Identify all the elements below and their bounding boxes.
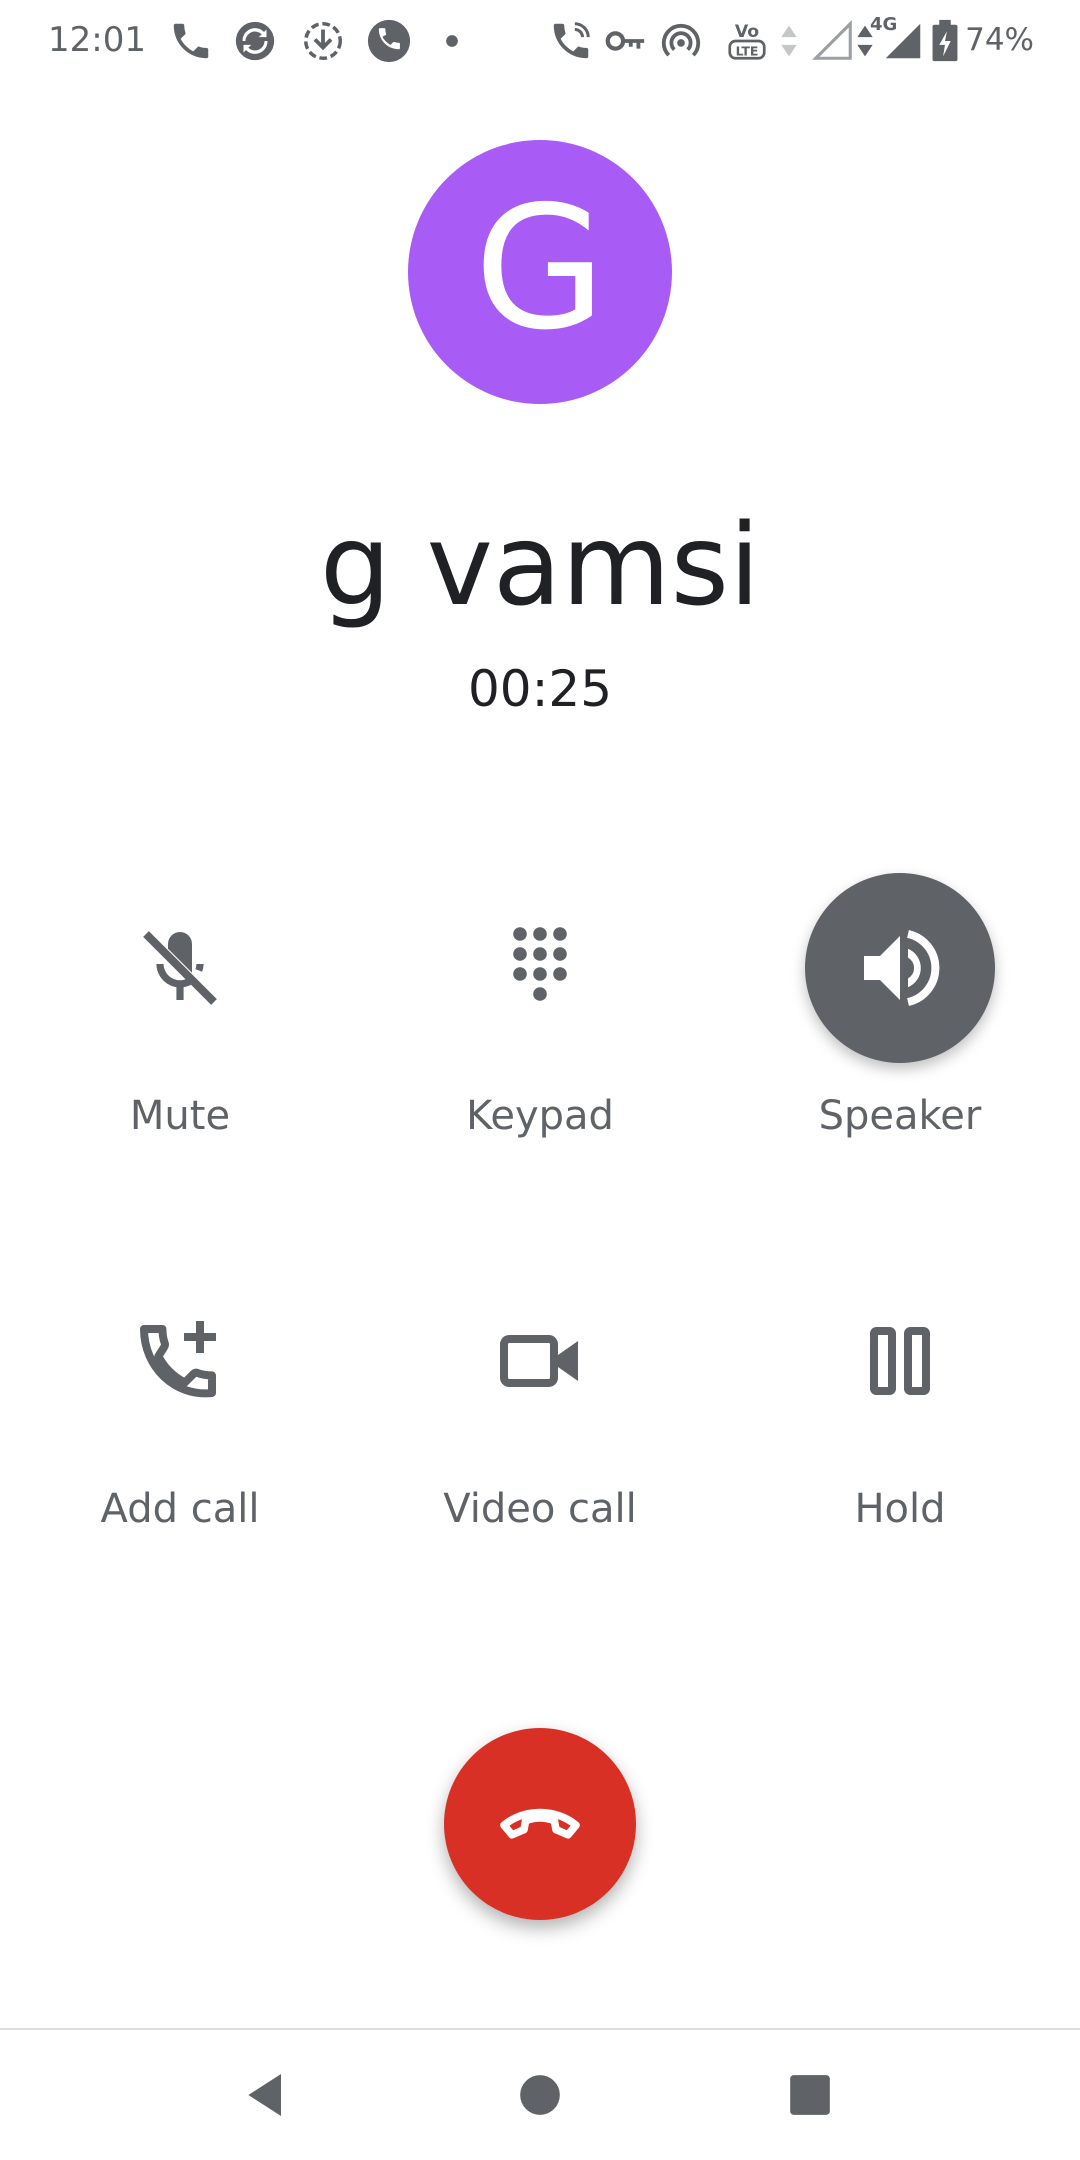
battery-charging-icon <box>928 18 962 64</box>
add-call-label: Add call <box>100 1486 260 1532</box>
svg-text:LTE: LTE <box>736 43 759 58</box>
call-end-icon <box>500 1808 580 1839</box>
contact-avatar: G <box>408 140 672 404</box>
video-call-button[interactable]: Video call <box>390 1266 690 1566</box>
avatar-letter: G <box>474 170 606 368</box>
recents-icon <box>790 2075 830 2115</box>
contact-name: g vamsi <box>319 501 761 631</box>
nav-recents-button[interactable] <box>775 2060 845 2130</box>
download-icon <box>300 18 346 64</box>
phone-icon <box>168 18 214 64</box>
hotspot-icon <box>658 18 704 64</box>
app-sync-icon <box>232 18 278 64</box>
pause-icon <box>870 1327 930 1395</box>
keypad-button[interactable]: Keypad <box>390 873 690 1173</box>
mute-button[interactable]: Mute <box>30 873 330 1173</box>
mic-off-icon <box>143 931 217 1005</box>
status-bar: 12:01 Vo LTE 4G 74% <box>0 0 1080 86</box>
data-activity-icon <box>852 18 878 64</box>
speaker-icon <box>864 930 940 1006</box>
home-icon <box>520 2075 560 2115</box>
keypad-icon-wrap[interactable] <box>445 873 635 1063</box>
battery-percent: 74% <box>965 22 1034 58</box>
keypad-label: Keypad <box>466 1093 614 1139</box>
svg-text:Vo: Vo <box>735 22 759 42</box>
wifi-calling-icon <box>548 18 594 64</box>
video-call-label: Video call <box>443 1486 637 1532</box>
signal-full-icon <box>880 18 926 64</box>
video-camera-icon <box>500 1335 578 1387</box>
in-call-screen: 12:01 Vo LTE 4G 74% G g vamsi 00:25 Mute… <box>0 0 1080 2160</box>
add-call-icon-wrap[interactable] <box>85 1266 275 1456</box>
dialpad-icon <box>513 927 567 1001</box>
call-timer: 00:25 <box>467 660 613 718</box>
end-call-button[interactable] <box>444 1728 636 1920</box>
dot-icon <box>432 18 472 64</box>
video-call-icon-wrap[interactable] <box>445 1266 635 1456</box>
hold-label: Hold <box>854 1486 946 1532</box>
vpn-key-icon <box>602 18 648 64</box>
signal-empty-icon <box>810 18 856 64</box>
hold-button[interactable]: Hold <box>750 1266 1050 1566</box>
speaker-label: Speaker <box>818 1093 982 1139</box>
back-icon <box>248 2074 281 2116</box>
whatsapp-call-icon <box>366 18 412 64</box>
navigation-bar <box>0 2030 1080 2160</box>
add-call-button[interactable]: Add call <box>30 1266 330 1566</box>
status-time: 12:01 <box>48 20 146 60</box>
nav-home-button[interactable] <box>505 2060 575 2130</box>
mute-icon-wrap[interactable] <box>85 873 275 1063</box>
nav-back-button[interactable] <box>232 2060 302 2130</box>
add-call-icon <box>140 1321 216 1398</box>
mute-label: Mute <box>129 1093 231 1139</box>
volte-icon: Vo LTE <box>724 18 770 64</box>
hold-icon-wrap[interactable] <box>805 1266 995 1456</box>
speaker-icon-wrap[interactable] <box>805 873 995 1063</box>
data-arrows-icon <box>776 18 802 64</box>
speaker-button[interactable]: Speaker <box>750 873 1050 1173</box>
